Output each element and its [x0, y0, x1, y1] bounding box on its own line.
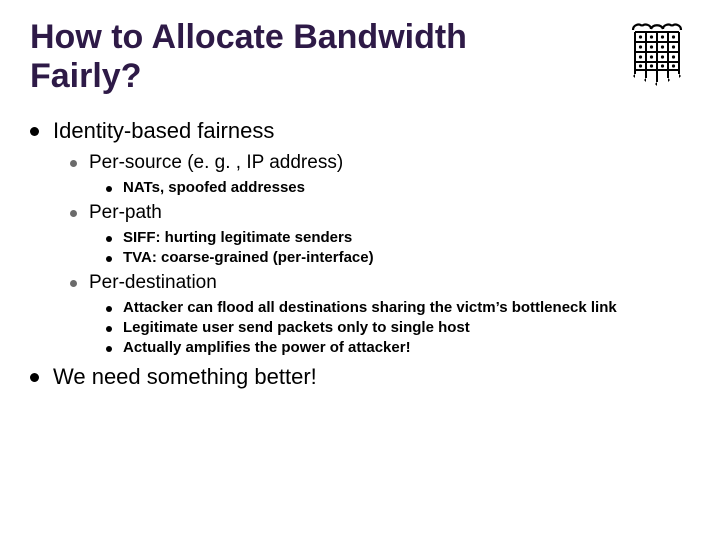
list-item: SIFF: hurting legitimate senders	[106, 229, 690, 246]
list-item: NATs, spoofed addresses	[106, 179, 690, 196]
bullet-list: Identity-based fairness Per-source (e. g…	[30, 118, 690, 390]
bullet-icon	[30, 127, 39, 136]
list-item: Attacker can flood all destinations shar…	[106, 299, 690, 316]
list-item: Per-destination Attacker can flood all d…	[70, 272, 690, 356]
bullet-text: Legitimate user send packets only to sin…	[123, 319, 470, 336]
bullet-text: Actually amplifies the power of attacker…	[123, 339, 411, 356]
bullet-icon	[70, 210, 77, 217]
bullet-text: Identity-based fairness	[53, 118, 274, 144]
list-item: Per-source (e. g. , IP address) NATs, sp…	[70, 152, 690, 196]
bullet-text: We need something better!	[53, 364, 317, 390]
portcullis-logo	[629, 22, 685, 93]
list-item: Legitimate user send packets only to sin…	[106, 319, 690, 336]
list-item: Identity-based fairness Per-source (e. g…	[30, 118, 690, 356]
slide-title: How to Allocate Bandwidth Fairly?	[30, 18, 530, 96]
bullet-icon	[70, 280, 77, 287]
list-item: TVA: coarse-grained (per-interface)	[106, 249, 690, 266]
bullet-icon	[30, 373, 39, 382]
bullet-text: Per-path	[89, 202, 162, 224]
bullet-text: TVA: coarse-grained (per-interface)	[123, 249, 374, 266]
bullet-text: NATs, spoofed addresses	[123, 179, 305, 196]
bullet-text: Per-destination	[89, 272, 217, 294]
bullet-icon	[106, 346, 112, 352]
bullet-text: Attacker can flood all destinations shar…	[123, 299, 617, 316]
slide-body: How to Allocate Bandwidth Fairly?	[0, 0, 720, 418]
bullet-icon	[106, 256, 112, 262]
list-item: We need something better!	[30, 364, 690, 390]
bullet-icon	[70, 160, 77, 167]
bullet-icon	[106, 306, 112, 312]
bullet-icon	[106, 326, 112, 332]
bullet-text: Per-source (e. g. , IP address)	[89, 152, 343, 174]
bullet-icon	[106, 186, 112, 192]
bullet-text: SIFF: hurting legitimate senders	[123, 229, 352, 246]
bullet-icon	[106, 236, 112, 242]
list-item: Per-path SIFF: hurting legitimate sender…	[70, 202, 690, 266]
list-item: Actually amplifies the power of attacker…	[106, 339, 690, 356]
